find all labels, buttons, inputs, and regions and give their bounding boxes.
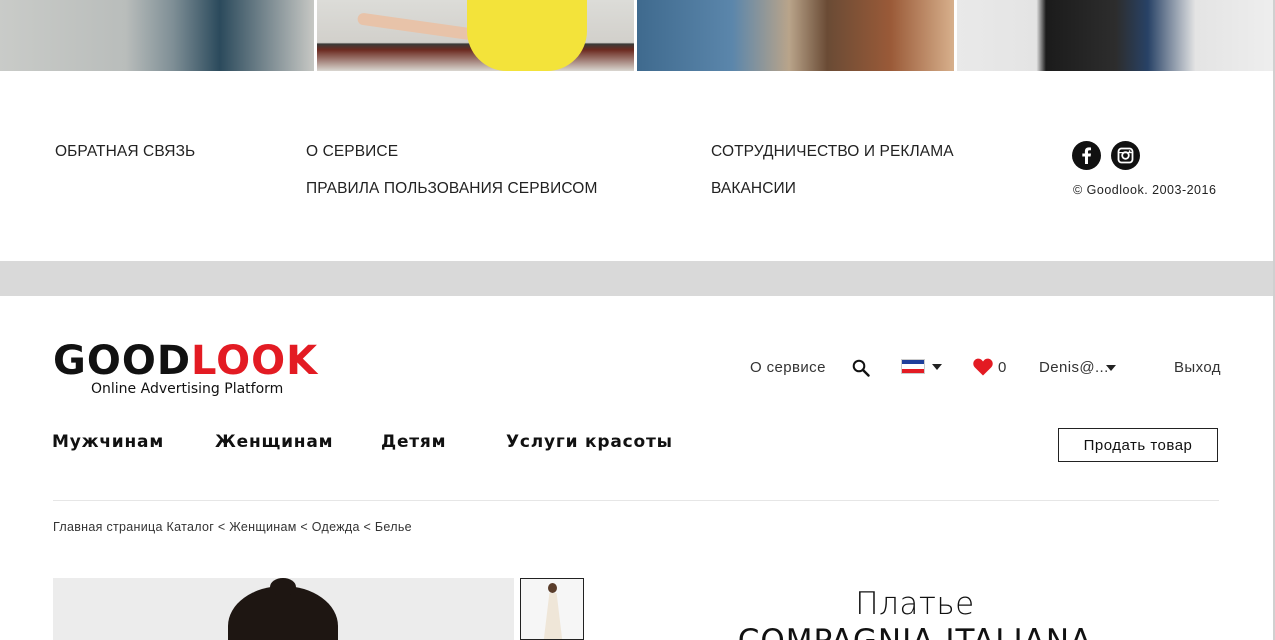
product-brand: COMPAGNIA ITALIANA [700,623,1130,640]
banner-photo-woman-yellow-dress[interactable] [317,0,634,71]
logo-part-look: LOOK [191,338,319,384]
section-separator [0,261,1275,296]
logout-link[interactable]: Выход [1174,359,1221,376]
sell-item-button[interactable]: Продать товар [1058,428,1218,462]
chevron-down-icon[interactable] [1106,365,1116,371]
banner-photo-couple[interactable] [637,0,954,71]
facebook-icon[interactable] [1072,141,1101,170]
breadcrumb-separator: < [300,520,308,534]
footer-link-partnership[interactable]: СОТРУДНИЧЕСТВО И РЕКЛАМА [711,143,954,161]
header-about-link[interactable]: О сервисе [750,359,826,376]
footer-link-vacancies[interactable]: ВАКАНСИИ [711,180,796,198]
nav-item-men[interactable]: Мужчинам [52,432,164,452]
footer-link-feedback[interactable]: ОБРАТНАЯ СВЯЗЬ [55,143,195,161]
footer-link-terms[interactable]: ПРАВИЛА ПОЛЬЗОВАНИЯ СЕРВИСОМ [306,180,597,198]
user-menu[interactable]: Denis@... [1039,359,1109,376]
breadcrumb-item-catalog[interactable]: Каталог [167,520,215,534]
copyright-text: © Goodlook. 2003-2016 [1073,183,1217,197]
breadcrumb-separator: < [363,520,372,534]
banner-photo-strip [0,0,1275,71]
language-flag-icon[interactable] [901,359,925,374]
logo-tagline: Online Advertising Platform [91,381,284,397]
breadcrumb: Главная страница Каталог < Женщинам < Од… [53,520,412,534]
instagram-icon[interactable] [1111,141,1140,170]
banner-photo-man[interactable] [0,0,314,71]
nav-item-beauty-services[interactable]: Услуги красоты [506,432,673,452]
product-main-image[interactable] [53,578,514,640]
heart-icon[interactable] [973,358,993,376]
favorites-count: 0 [998,359,1007,376]
footer-link-about[interactable]: О СЕРВИСЕ [306,143,398,161]
breadcrumb-item-home[interactable]: Главная страница [53,520,163,534]
photo-detail [548,583,557,593]
logo-wordmark: GOODLOOK [53,340,318,382]
breadcrumb-item-clothing[interactable]: Одежда [312,520,360,534]
nav-item-kids[interactable]: Детям [381,432,446,452]
photo-detail [270,578,296,596]
photo-detail [467,0,587,71]
breadcrumb-item-current: Белье [374,520,412,534]
search-icon[interactable] [852,359,870,377]
breadcrumb-separator: < [217,520,226,534]
chevron-down-icon[interactable] [932,364,942,370]
product-thumbnail[interactable] [520,578,584,640]
product-title: Платье [855,586,975,622]
banner-photo-kid[interactable] [957,0,1275,71]
site-footer: ОБРАТНАЯ СВЯЗЬ О СЕРВИСЕ ПРАВИЛА ПОЛЬЗОВ… [0,71,1275,261]
breadcrumb-item-women[interactable]: Женщинам [229,520,296,534]
site-logo[interactable]: GOODLOOK Online Advertising Platform [53,340,318,397]
photo-detail [543,593,563,639]
divider [53,500,1219,501]
nav-item-women[interactable]: Женщинам [215,432,333,452]
logo-part-good: GOOD [53,338,192,384]
